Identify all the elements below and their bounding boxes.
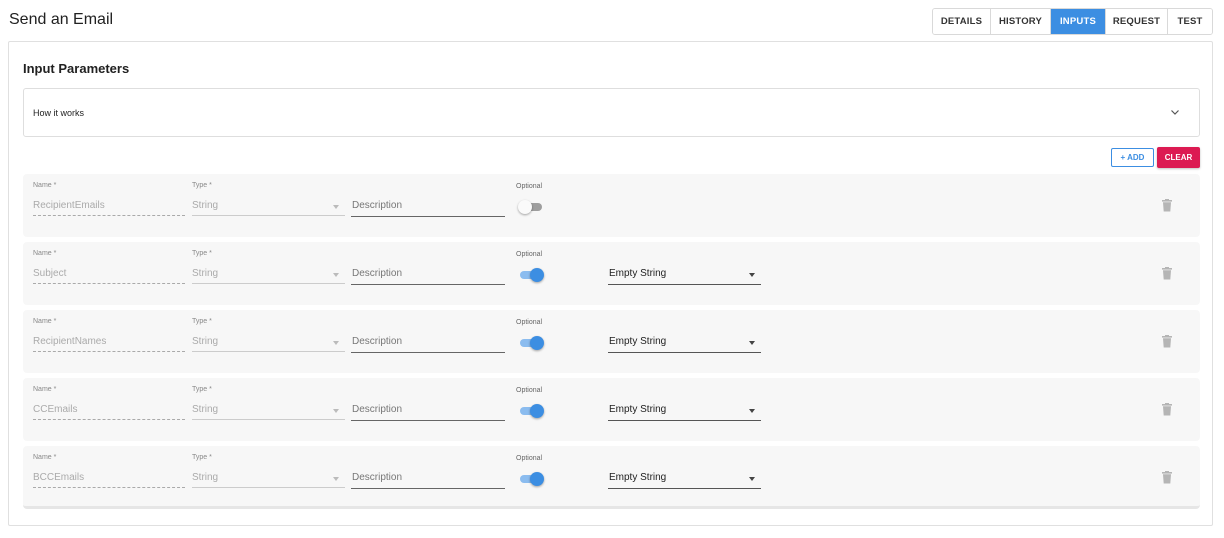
trash-icon[interactable] [1161,267,1173,280]
name-underline [33,419,185,420]
name-label: Name * [33,318,57,325]
how-it-works-label: How it works [33,108,85,118]
parameter-row: Name * Subject Type * String Description… [23,242,1200,305]
chevron-down-icon [1171,110,1179,115]
input-parameters-panel: Input Parameters How it works + ADD CLEA… [8,41,1213,526]
name-underline [33,283,185,284]
name-underline [33,351,185,352]
parameter-row: Name * RecipientEmails Type * String Des… [23,174,1200,237]
name-label: Name * [33,250,57,257]
optional-label: Optional [516,455,543,462]
optional-label: Optional [516,183,543,190]
optional-toggle[interactable] [518,336,544,350]
type-underline [192,215,345,216]
type-value: String [192,472,219,483]
toggle-knob [530,472,544,486]
description-placeholder: Description [352,268,403,279]
caret-down-icon [333,409,339,413]
optional-toggle[interactable] [518,472,544,486]
description-placeholder: Description [352,336,403,347]
type-underline [192,419,345,420]
default-underline [608,488,761,489]
optional-toggle[interactable] [518,268,544,282]
name-underline [33,215,185,216]
tab-history[interactable]: HISTORY [991,9,1051,34]
description-underline [351,420,505,421]
name-label: Name * [33,386,57,393]
caret-down-icon [333,273,339,277]
type-value: String [192,336,219,347]
type-value: String [192,268,219,279]
name-label: Name * [33,454,57,461]
type-underline [192,487,345,488]
tab-details[interactable]: DETAILS [933,9,991,34]
caret-down-icon [749,477,755,481]
section-title: Input Parameters [23,61,130,76]
caret-down-icon [333,477,339,481]
optional-toggle[interactable] [518,200,544,214]
name-value: RecipientNames [33,336,107,347]
toggle-knob [530,336,544,350]
trash-icon[interactable] [1161,471,1173,484]
optional-label: Optional [516,319,543,326]
tab-request[interactable]: REQUEST [1106,9,1168,34]
name-value: RecipientEmails [33,200,105,211]
parameter-row: Name * CCEmails Type * String Descriptio… [23,378,1200,441]
how-it-works-expander[interactable]: How it works [23,88,1200,137]
optional-toggle[interactable] [518,404,544,418]
page-title: Send an Email [9,11,114,28]
default-value: Empty String [609,268,667,279]
default-value: Empty String [609,472,667,483]
caret-down-icon [749,273,755,277]
type-underline [192,283,345,284]
optional-label: Optional [516,251,543,258]
optional-label: Optional [516,387,543,394]
type-label: Type * [192,386,212,393]
caret-down-icon [333,341,339,345]
tab-inputs[interactable]: INPUTS [1051,9,1106,34]
name-value: Subject [33,268,67,279]
type-value: String [192,404,219,415]
default-underline [608,420,761,421]
parameter-row: Name * RecipientNames Type * String Desc… [23,310,1200,373]
description-underline [351,352,505,353]
default-underline [608,352,761,353]
tab-bar: DETAILS HISTORY INPUTS REQUEST TEST [932,8,1213,35]
name-label: Name * [33,182,57,189]
parameter-row: Name * BCCEmails Type * String Descripti… [23,446,1200,509]
caret-down-icon [749,409,755,413]
name-value: CCEmails [33,404,78,415]
description-placeholder: Description [352,404,403,415]
default-underline [608,284,761,285]
toggle-knob [530,268,544,282]
trash-icon[interactable] [1161,335,1173,348]
type-label: Type * [192,318,212,325]
caret-down-icon [333,205,339,209]
type-value: String [192,200,219,211]
parameter-list: Name * RecipientEmails Type * String Des… [23,174,1200,514]
default-value: Empty String [609,404,667,415]
type-label: Type * [192,182,212,189]
trash-icon[interactable] [1161,199,1173,212]
toggle-knob [530,404,544,418]
caret-down-icon [749,341,755,345]
type-label: Type * [192,250,212,257]
clear-parameters-button[interactable]: CLEAR [1157,147,1200,168]
type-label: Type * [192,454,212,461]
toggle-knob [518,200,532,214]
description-underline [351,488,505,489]
name-underline [33,487,185,488]
default-value: Empty String [609,336,667,347]
description-placeholder: Description [352,472,403,483]
description-underline [351,216,505,217]
type-underline [192,351,345,352]
name-value: BCCEmails [33,472,85,483]
description-placeholder: Description [352,200,403,211]
trash-icon[interactable] [1161,403,1173,416]
tab-test[interactable]: TEST [1168,9,1212,34]
add-parameter-button[interactable]: + ADD [1111,148,1154,167]
description-underline [351,284,505,285]
